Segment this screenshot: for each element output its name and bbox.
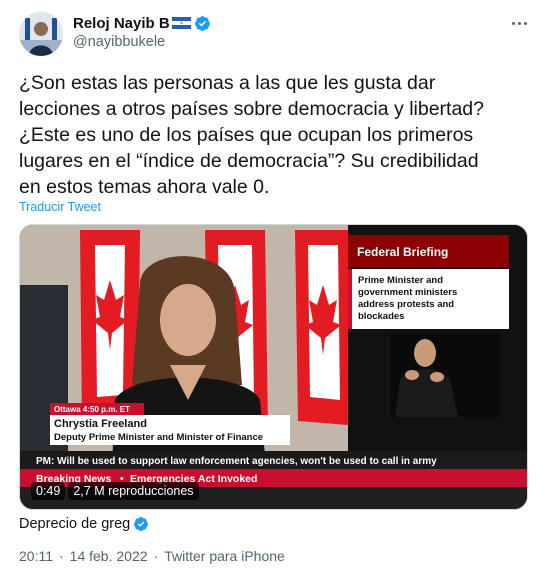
author-name-row[interactable]: Reloj Nayib B (73, 13, 211, 33)
dot (517, 21, 521, 25)
tweet-card: Reloj Nayib B @nayibbukele ¿Son estas la… (0, 0, 551, 574)
location-time: Ottawa 4:50 p.m. ET (54, 405, 130, 414)
more-options-icon[interactable] (509, 13, 529, 33)
el-salvador-flag-icon (171, 17, 191, 29)
video-source[interactable]: De precio de greg (19, 516, 149, 532)
briefing-title: Federal Briefing (357, 245, 448, 259)
tweet-text: ¿Son estas las personas a las que les gu… (19, 72, 484, 198)
video-duration: 0:49 (31, 482, 66, 500)
author-handle[interactable]: @nayibbukele (73, 34, 165, 50)
canadian-flag-right (295, 230, 348, 425)
dot (523, 21, 527, 25)
verified-badge-icon (194, 15, 210, 31)
meta-separator: · (59, 548, 64, 564)
video-badges: 0:49 2,7 M reproducciones (31, 482, 199, 500)
tweet-time[interactable]: 20:11 (19, 548, 53, 564)
tweet-client[interactable]: Twitter para iPhone (164, 548, 285, 564)
video-player[interactable]: Federal Briefing Prime Minister and gove… (19, 224, 528, 510)
video-views: 2,7 M reproducciones (68, 482, 199, 500)
news-ticker: PM: Will be used to support law enforcem… (36, 456, 437, 467)
avatar-image (19, 12, 63, 56)
verified-badge-icon (134, 517, 149, 531)
interpreter-figure (390, 333, 500, 417)
meta-separator: · (153, 548, 159, 564)
avatar[interactable] (19, 12, 63, 56)
tweet-meta: 20:11 · 14 feb. 2022 · Twitter para iPho… (19, 548, 285, 564)
dot (511, 21, 515, 25)
speaker-name: Chrystia Freeland (54, 418, 147, 430)
author-display-name[interactable]: Reloj Nayib B (73, 15, 170, 32)
video-frame: Federal Briefing Prime Minister and gove… (20, 225, 527, 509)
source-prefix: De (19, 516, 38, 532)
speaker-title: Deputy Prime Minister and Minister of Fi… (54, 432, 263, 443)
tweet-date[interactable]: 14 feb. 2022 (70, 548, 148, 564)
translate-tweet-link[interactable]: Traducir Tweet (19, 200, 101, 214)
source-account-name[interactable]: precio de greg (38, 516, 131, 532)
